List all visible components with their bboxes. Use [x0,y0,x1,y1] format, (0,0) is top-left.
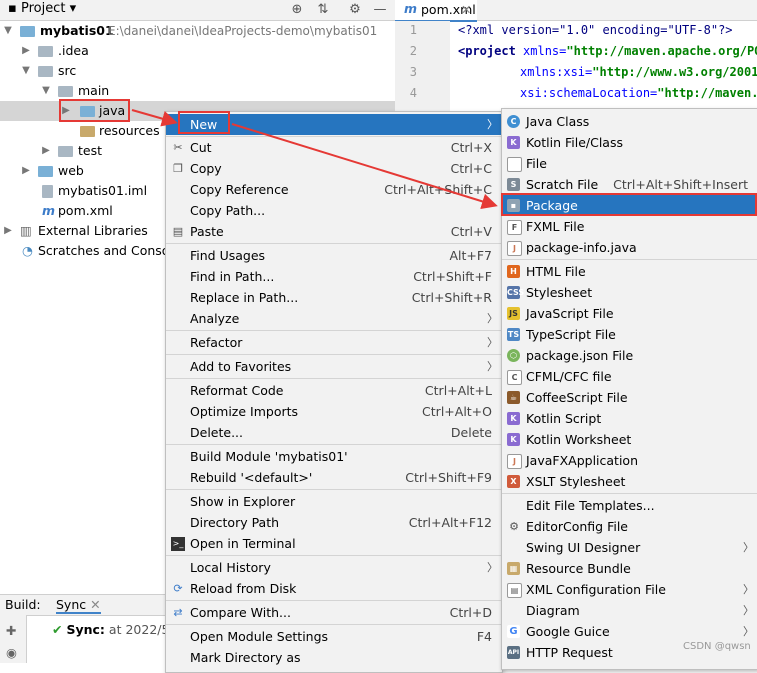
arrow-new-to-package [231,123,498,210]
arrow-java-to-new [131,109,178,127]
annotation-arrows [131,109,498,210]
watermark: CSDN @qwsn [683,641,751,652]
